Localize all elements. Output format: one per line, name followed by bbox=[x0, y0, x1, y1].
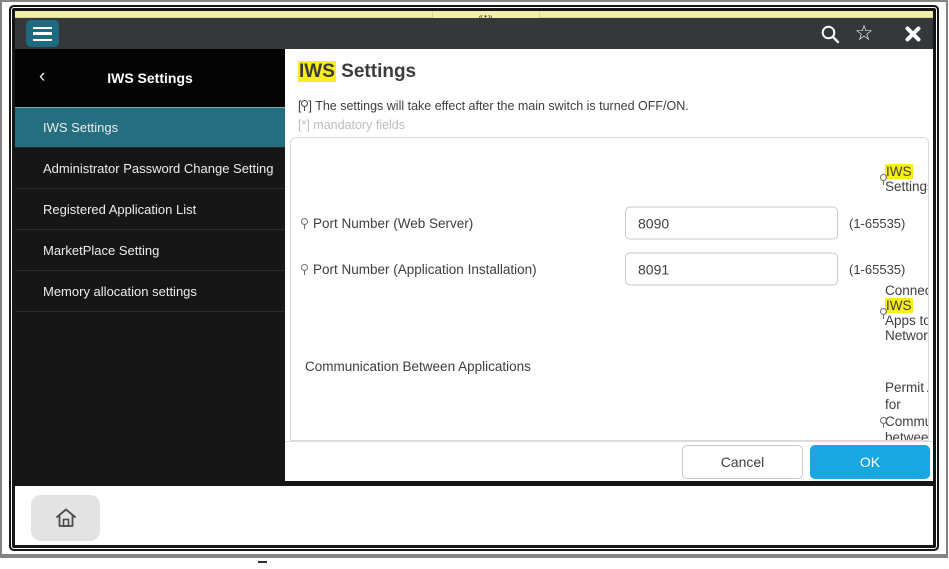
ok-button[interactable]: OK bbox=[810, 445, 930, 479]
key-mark-icon bbox=[301, 100, 308, 111]
sidebar-item[interactable]: Administrator Password Change Setting bbox=[15, 148, 285, 189]
search-icon[interactable] bbox=[818, 18, 842, 49]
note-effect: [] The settings will take effect after t… bbox=[298, 99, 689, 113]
settings-card: IWS Settings Port Number (Web Server) (1-6… bbox=[290, 137, 929, 441]
bracket-close: ] bbox=[308, 99, 311, 113]
close-icon[interactable] bbox=[901, 18, 925, 49]
search-highlight: IWS bbox=[298, 61, 336, 82]
sidebar-item[interactable]: IWS Settings bbox=[15, 107, 285, 148]
key-mark-icon bbox=[301, 218, 308, 229]
home-icon bbox=[53, 505, 79, 531]
port-number-application-installation-row: Port Number (Application Installation) (1… bbox=[291, 251, 928, 287]
port-number-web-server-input[interactable] bbox=[625, 207, 838, 240]
connect-iws-apps-to-network-label: Connect IWS Apps to Network bbox=[885, 283, 929, 343]
menu-button[interactable] bbox=[26, 20, 59, 47]
port-number-web-server-row: Port Number (Web Server) (1-65535) bbox=[291, 205, 928, 241]
note-mandatory: [*] mandatory fields bbox=[298, 118, 405, 132]
sidebar-item[interactable]: Registered Application List bbox=[15, 189, 285, 230]
search-highlight: IWS bbox=[885, 164, 913, 179]
port-number-application-installation-label: Port Number (Application Installation) bbox=[313, 262, 537, 277]
sidebar: ‹ IWS Settings IWS SettingsAdministrator… bbox=[15, 49, 285, 486]
main-content: IWS Settings [] The settings will take e… bbox=[285, 49, 933, 481]
hamburger-icon bbox=[33, 27, 52, 41]
home-bar bbox=[15, 486, 933, 545]
iws-settings-row: IWS Settings bbox=[870, 161, 928, 197]
device-frame: «•» ☆ ‹ IWS Settings IWS SettingsAdminis… bbox=[12, 8, 936, 548]
sidebar-title: IWS Settings bbox=[107, 70, 193, 86]
app-area: ‹ IWS Settings IWS SettingsAdministrator… bbox=[15, 49, 933, 486]
communication-between-applications-section-label: Communication Between Applications bbox=[305, 359, 531, 374]
port-number-application-installation-input[interactable] bbox=[625, 253, 838, 286]
device-notch-strip: «•» bbox=[15, 11, 933, 18]
bottom-dash bbox=[258, 561, 267, 563]
sidebar-header: ‹ IWS Settings bbox=[15, 49, 285, 107]
footer-bar: Cancel OK bbox=[285, 441, 933, 481]
back-chevron-icon[interactable]: ‹ bbox=[39, 66, 45, 88]
star-icon[interactable]: ☆ bbox=[852, 18, 876, 49]
page-title: IWS Settings bbox=[298, 61, 416, 83]
page: «•» ☆ ‹ IWS Settings IWS SettingsAdminis… bbox=[0, 0, 949, 569]
key-mark-icon bbox=[301, 264, 308, 275]
permit-access-for-communication-between-applications-label: Permit Access for Communication between … bbox=[885, 380, 929, 441]
top-bar: ☆ bbox=[15, 18, 933, 49]
home-button[interactable] bbox=[31, 495, 100, 541]
search-highlight: IWS bbox=[885, 298, 913, 313]
sidebar-item[interactable]: MarketPlace Setting bbox=[15, 230, 285, 271]
connect-iws-apps-to-network-row: Connect IWS Apps to Network bbox=[870, 295, 928, 331]
port-number-web-server-range: (1-65535) bbox=[849, 216, 905, 231]
permit-access-for-communication-between-applications-row: Permit Access for Communication between … bbox=[870, 398, 928, 441]
iws-settings-label: IWS Settings bbox=[885, 164, 929, 194]
communication-between-applications-section-row: Communication Between Applications bbox=[291, 356, 928, 376]
cancel-button[interactable]: Cancel bbox=[682, 445, 803, 479]
port-number-web-server-label: Port Number (Web Server) bbox=[313, 216, 473, 231]
sidebar-item[interactable]: Memory allocation settings bbox=[15, 271, 285, 312]
sidebar-items: IWS SettingsAdministrator Password Chang… bbox=[15, 107, 285, 312]
note-effect-text: The settings will take effect after the … bbox=[315, 99, 689, 113]
port-number-application-installation-range: (1-65535) bbox=[849, 262, 905, 277]
